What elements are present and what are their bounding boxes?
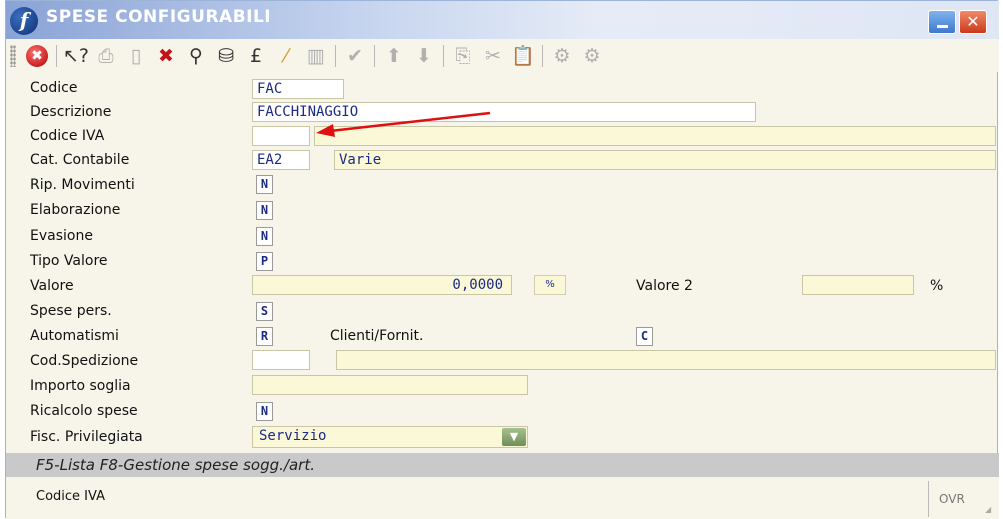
gears-alt-icon[interactable]: ⚙: [577, 43, 607, 69]
app-logo-icon: f: [10, 7, 38, 35]
ricalcolo-spese-flag[interactable]: N: [256, 402, 273, 421]
cut-icon[interactable]: ✂: [478, 43, 508, 69]
cat-contabile-description: Varie: [334, 150, 996, 170]
hint-bar: F5-Lista F8-Gestione spese sogg./art.: [6, 453, 999, 477]
delete-icon[interactable]: ✖: [151, 43, 181, 69]
elaborazione-label: Elaborazione: [30, 202, 121, 218]
copy-icon[interactable]: ⎘: [448, 43, 478, 69]
grip-icon[interactable]: [10, 44, 16, 67]
cat-contabile-field[interactable]: EA2: [252, 150, 310, 170]
gears-icon[interactable]: ⚙: [547, 43, 577, 69]
chevron-down-icon[interactable]: ▼: [502, 428, 526, 446]
close-window-button[interactable]: ✕: [959, 10, 987, 34]
resize-grip-icon[interactable]: ◢: [985, 505, 995, 515]
valore2-label: Valore 2: [636, 278, 693, 294]
importo-soglia-label: Importo soglia: [30, 378, 131, 394]
codice-iva-field[interactable]: [252, 126, 310, 146]
print-icon[interactable]: ⎙: [91, 43, 121, 69]
cod-spedizione-field[interactable]: [252, 350, 310, 370]
valore-field[interactable]: 0,0000: [252, 275, 512, 295]
ricalcolo-spese-label: Ricalcolo spese: [30, 403, 138, 419]
fisc-privilegiata-label: Fisc. Privilegiata: [30, 429, 143, 445]
toolbar-separator: [374, 44, 375, 67]
descrizione-field[interactable]: FACCHINAGGIO: [252, 102, 756, 122]
field-help-text: Codice IVA: [36, 489, 105, 504]
spese-pers-label: Spese pers.: [30, 303, 112, 319]
automatismi-label: Automatismi: [30, 328, 119, 344]
main-window: f SPESE CONFIGURABILI ✕ ✖ ↖? ⎙ ▯ ✖ ⚲ ⛁ £…: [5, 0, 999, 519]
valore-label: Valore: [30, 278, 74, 294]
help-pointer-icon[interactable]: ↖?: [61, 43, 91, 69]
valore2-unit: %: [930, 278, 944, 294]
paste-icon[interactable]: 📋: [508, 43, 538, 69]
fisc-privilegiata-value: Servizio: [259, 428, 327, 444]
new-document-icon[interactable]: ▯: [121, 43, 151, 69]
toolbar-separator: [443, 44, 444, 67]
magic-wand-icon[interactable]: ⁄: [271, 43, 301, 69]
arrow-down-icon[interactable]: ⬇: [409, 43, 439, 69]
codice-label: Codice: [30, 80, 78, 96]
binoculars-icon[interactable]: ⛁: [211, 43, 241, 69]
spese-pers-flag[interactable]: S: [256, 302, 273, 321]
evasione-label: Evasione: [30, 228, 93, 244]
codice-field[interactable]: FAC: [252, 79, 344, 99]
toolbar: ✖ ↖? ⎙ ▯ ✖ ⚲ ⛁ £ ⁄ ▥ ✔ ⬆ ⬇ ⎘ ✂ 📋 ⚙ ⚙: [6, 39, 999, 72]
importo-soglia-field[interactable]: [252, 375, 528, 395]
cod-spedizione-description: [336, 350, 996, 370]
check-icon[interactable]: ✔: [340, 43, 370, 69]
cod-spedizione-label: Cod.Spedizione: [30, 353, 139, 369]
stop-icon[interactable]: ✖: [22, 43, 52, 69]
tipo-valore-label: Tipo Valore: [30, 253, 108, 269]
title-bar[interactable]: f SPESE CONFIGURABILI ✕: [6, 1, 999, 39]
elaborazione-flag[interactable]: N: [256, 201, 273, 220]
clienti-fornit-label: Clienti/Fornit.: [330, 328, 424, 344]
rip-movimenti-flag[interactable]: N: [256, 175, 273, 194]
toolbar-separator: [542, 44, 543, 67]
toolbar-separator: [335, 44, 336, 67]
columns-icon[interactable]: ▥: [301, 43, 331, 69]
codice-iva-label: Codice IVA: [30, 128, 105, 144]
evasione-flag[interactable]: N: [256, 227, 273, 246]
descrizione-label: Descrizione: [30, 104, 112, 120]
cat-contabile-label: Cat. Contabile: [30, 152, 130, 168]
valore-unit: %: [534, 275, 566, 295]
window-title: SPESE CONFIGURABILI: [46, 7, 272, 27]
minimize-button[interactable]: [928, 10, 956, 34]
valore2-field[interactable]: [802, 275, 914, 295]
overwrite-mode-indicator: OVR: [928, 481, 974, 517]
codice-iva-description: [314, 126, 996, 146]
arrow-up-icon[interactable]: ⬆: [379, 43, 409, 69]
tipo-valore-flag[interactable]: P: [256, 252, 273, 271]
automatismi-flag[interactable]: R: [256, 327, 273, 346]
currency-icon[interactable]: £: [241, 43, 271, 69]
clienti-fornit-flag[interactable]: C: [636, 327, 653, 346]
rip-movimenti-label: Rip. Movimenti: [30, 177, 135, 193]
fisc-privilegiata-select[interactable]: Servizio ▼: [252, 426, 528, 448]
toolbar-separator: [56, 44, 57, 67]
search-icon[interactable]: ⚲: [181, 43, 211, 69]
bottom-area: [6, 477, 999, 519]
